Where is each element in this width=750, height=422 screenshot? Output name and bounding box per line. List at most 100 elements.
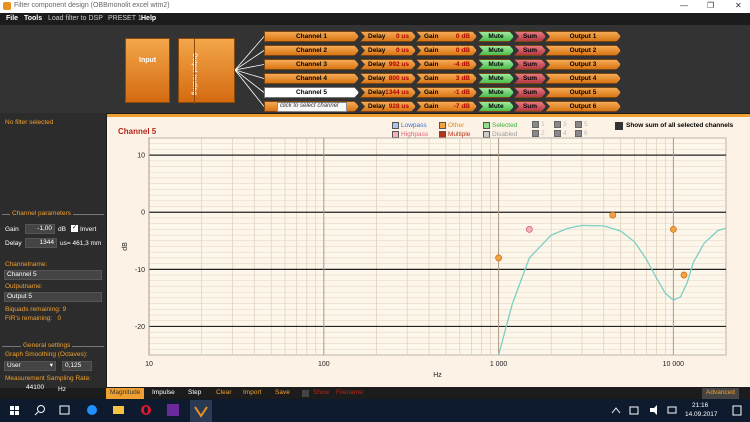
delay-button-2[interactable]: Delay 0 us (360, 45, 416, 56)
task-view-icon[interactable] (59, 405, 70, 415)
sampling-input[interactable]: 44100 (24, 384, 48, 394)
delay-value: 992 us (388, 61, 409, 68)
legend-label: Selected (492, 122, 518, 129)
tab-magnitude[interactable]: Magnitude (106, 388, 145, 399)
frequency-response-chart[interactable]: 100-10-2010 100 1 000 10 000HzdB (107, 134, 750, 388)
outputname-input[interactable]: Output 5 (4, 292, 102, 302)
sum-button-4[interactable]: Sum (514, 73, 546, 84)
chevron-down-icon: ▾ (49, 362, 53, 369)
y-axis-label: dB (122, 242, 129, 251)
tab-impulse[interactable]: Impulse (148, 388, 179, 399)
search-icon[interactable] (34, 405, 45, 416)
filter-slot-1[interactable]: 1 (532, 121, 545, 128)
mute-button-4[interactable]: Mute (478, 73, 514, 84)
mute-label: Mute (488, 61, 504, 68)
invert-checkbox[interactable]: ✓ (71, 225, 78, 232)
save-button[interactable]: Save (271, 388, 294, 399)
gain-button-2[interactable]: Gain 0 dB (416, 45, 477, 56)
file-explorer-icon[interactable] (113, 406, 124, 414)
tray-chevron-icon[interactable] (611, 407, 621, 414)
input-block[interactable]: Input (125, 38, 170, 103)
output-button-3[interactable]: Output 3 (545, 59, 621, 70)
minimize-icon[interactable]: — (680, 1, 688, 10)
network-icon[interactable] (629, 406, 639, 415)
sum-button-2[interactable]: Sum (514, 45, 546, 56)
delay-button-6[interactable]: Delay 928 us (360, 101, 416, 112)
channel-button-3[interactable]: Channel 3 (264, 59, 359, 70)
import-button[interactable]: Import (239, 388, 265, 399)
left-panel: No filter selected Channel parameters Ga… (0, 113, 106, 393)
windows-start-icon[interactable] (10, 406, 19, 415)
maximize-icon[interactable]: ❐ (707, 1, 714, 10)
menu-load-filter[interactable]: Load filter to DSP (48, 15, 103, 22)
advanced-button[interactable]: Advanced (702, 388, 739, 399)
smoothing-mode: User (7, 362, 21, 369)
filter-slot-3[interactable]: 3 (554, 121, 567, 128)
sum-button-5[interactable]: Sum (514, 87, 546, 98)
filter-app-icon[interactable] (190, 400, 212, 422)
y-tick-label: -10 (135, 267, 145, 274)
gain-button-5[interactable]: Gain -1 dB (416, 87, 477, 98)
menu-tools[interactable]: Tools (24, 15, 42, 22)
show-checkbox[interactable] (302, 390, 309, 397)
sum-button-3[interactable]: Sum (514, 59, 546, 70)
output-routing-block[interactable]: Output routing (178, 38, 235, 104)
mute-button-2[interactable]: Mute (478, 45, 514, 56)
filter-slot-5[interactable]: 5 (575, 121, 588, 128)
gain-button-6[interactable]: Gain -7 dB (416, 101, 477, 112)
mute-button-6[interactable]: Mute (478, 101, 514, 112)
mute-label: Mute (488, 33, 504, 40)
channel-button-1[interactable]: Channel 1 (264, 31, 359, 42)
tab-step[interactable]: Step (184, 388, 205, 399)
output-button-2[interactable]: Output 2 (545, 45, 621, 56)
gain-input[interactable]: -1,00 (25, 224, 55, 234)
news-app-icon[interactable] (167, 404, 179, 416)
menu-preset[interactable]: PRESET 1 (108, 15, 142, 22)
delay-button-1[interactable]: Delay 0 us (360, 31, 416, 42)
menu-help[interactable]: Help (141, 15, 156, 22)
select-channel-tooltip: click to select channel (277, 102, 347, 112)
legend-lowpass[interactable]: Lowpass (392, 122, 427, 129)
delay-value: 928 us (388, 103, 409, 110)
gain-button-1[interactable]: Gain 0 dB (416, 31, 477, 42)
x-tick-label: 100 (318, 361, 330, 368)
sampling-label: Measurement Sampling Rate: (5, 375, 91, 382)
close-icon[interactable]: ✕ (735, 1, 742, 10)
output-button-4[interactable]: Output 4 (545, 73, 621, 84)
x-tick-label: 1 000 (490, 361, 508, 368)
smoothing-value-input[interactable]: 0,125 (62, 361, 92, 371)
output-label: Output 4 (569, 75, 597, 82)
menu-file[interactable]: File (6, 15, 18, 22)
volume-icon[interactable] (650, 405, 657, 415)
smoothing-select[interactable]: User ▾ (4, 361, 56, 371)
gain-button-4[interactable]: Gain 3 dB (416, 73, 477, 84)
sum-button-6[interactable]: Sum (514, 101, 546, 112)
delay-button-5[interactable]: Delay 1344 us (360, 87, 416, 98)
gain-button-3[interactable]: Gain -4 dB (416, 59, 477, 70)
channel-button-2[interactable]: Channel 2 (264, 45, 359, 56)
show-sum-checkbox[interactable] (615, 122, 623, 130)
channel-button-4[interactable]: Channel 4 (264, 73, 359, 84)
channel-button-5[interactable]: Channel 5 (264, 87, 359, 98)
delay-button-4[interactable]: Delay 800 us (360, 73, 416, 84)
delay-button-3[interactable]: Delay 992 us (360, 59, 416, 70)
output-button-6[interactable]: Output 6 (545, 101, 621, 112)
notifications-icon[interactable] (732, 405, 742, 416)
clear-button[interactable]: Clear (212, 388, 236, 399)
mute-button-1[interactable]: Mute (478, 31, 514, 42)
legend-other[interactable]: Other (439, 122, 464, 129)
gain-label: Gain (424, 89, 439, 96)
legend-selected[interactable]: Selected (483, 122, 517, 129)
mute-button-5[interactable]: Mute (478, 87, 514, 98)
edge-browser-icon[interactable] (87, 405, 97, 415)
mute-button-3[interactable]: Mute (478, 59, 514, 70)
channelname-input[interactable]: Channel 5 (4, 270, 102, 280)
output-button-5[interactable]: Output 5 (545, 87, 621, 98)
delay-input[interactable]: 1344 (25, 238, 57, 248)
gain-value: -7 dB (453, 103, 470, 110)
opera-icon[interactable] (141, 405, 151, 415)
output-button-1[interactable]: Output 1 (545, 31, 621, 42)
sum-button-1[interactable]: Sum (514, 31, 546, 42)
gain-value: 3 dB (455, 75, 470, 82)
language-icon[interactable] (667, 406, 677, 414)
